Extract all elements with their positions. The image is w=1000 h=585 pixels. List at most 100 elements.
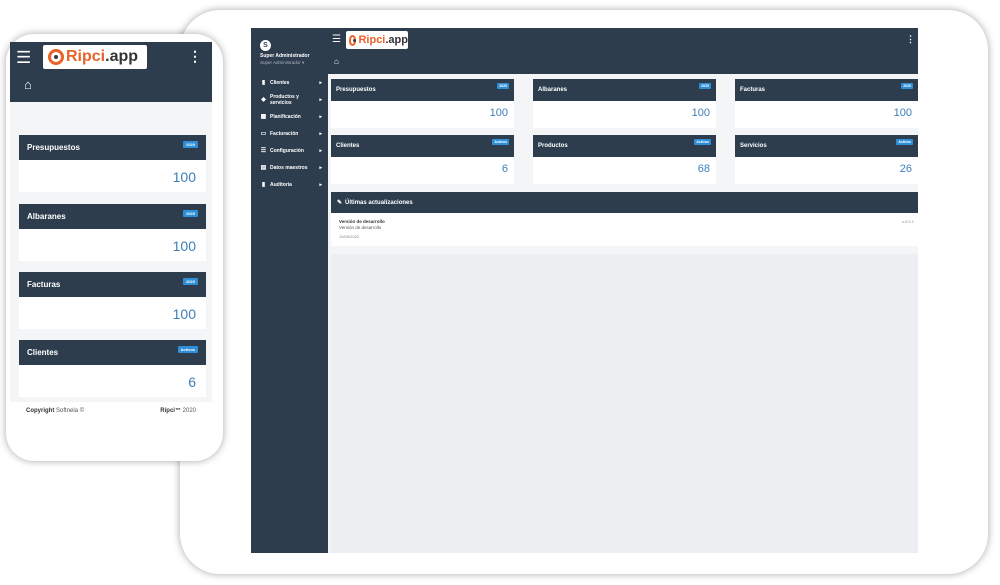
- sliders-icon: ☰: [260, 148, 267, 154]
- update-date: 19/05/2020: [339, 234, 360, 239]
- card-clientes[interactable]: Clientes Activos 6: [19, 340, 206, 397]
- sidebar-item-label: Auditoria: [270, 181, 292, 188]
- updates-header: ✎ Últimas actualizaciones: [331, 192, 918, 213]
- card-albaranes[interactable]: Albaranes 2020 100: [19, 204, 206, 261]
- update-entry[interactable]: Versión de desarrollo Versión de desarro…: [331, 213, 918, 245]
- card-value: 6: [188, 374, 196, 390]
- card-value: 6: [501, 163, 508, 175]
- phone-topbar: ☰ Ripci.app ⋮ ⌂: [10, 42, 212, 102]
- book-icon: ▮: [261, 182, 266, 188]
- footer-year: 2020: [182, 408, 196, 414]
- sidebar-item-productos-servicios[interactable]: ◆ Productos y servicios ▸: [251, 91, 328, 108]
- card-facturas[interactable]: Facturas 2020 100: [19, 272, 206, 329]
- card-title: Productos: [538, 143, 568, 149]
- updates-panel: ✎ Últimas actualizaciones Versión de des…: [331, 192, 918, 246]
- phone-footer: Copyright Softnela © Ripci™ 2020: [10, 402, 212, 420]
- card-value: 100: [172, 169, 196, 185]
- sidebar-item-label: Clientes: [270, 79, 290, 86]
- chevron-right-icon: ▸: [319, 164, 322, 171]
- sidebar: S Super Administrador Super Administrado…: [251, 28, 328, 553]
- chevron-right-icon: ▸: [319, 181, 322, 188]
- chevron-right-icon: ▸: [319, 147, 322, 154]
- user-block: S Super Administrador Super Administrado…: [251, 28, 328, 74]
- card-presupuestos[interactable]: Presupuestos 2020 100: [331, 79, 514, 128]
- card-title: Facturas: [740, 87, 766, 93]
- card-title: Albaranes: [27, 212, 66, 221]
- card-value: 100: [691, 107, 710, 119]
- sidebar-item-label: Datos maestros: [270, 164, 308, 171]
- card-value: 100: [172, 306, 196, 322]
- card-title: Presupuestos: [336, 87, 376, 93]
- card-header: Servicios Activos: [735, 135, 918, 157]
- sidebar-item-facturacion[interactable]: ▭ Facturación ▸: [251, 125, 328, 142]
- card-clientes[interactable]: Clientes Activos 6: [331, 135, 514, 184]
- app-logo[interactable]: Ripci.app: [346, 31, 408, 49]
- tablet-screen: S Super Administrador Super Administrado…: [251, 28, 918, 553]
- chevron-right-icon: ▸: [319, 96, 322, 103]
- card-header: Presupuestos 2020: [19, 135, 206, 160]
- sidebar-item-auditoria[interactable]: ▮ Auditoria ▸: [251, 176, 328, 193]
- update-title: Versión de desarrollo: [339, 219, 385, 224]
- sidebar-item-datos-maestros[interactable]: ▤ Datos maestros ▸: [251, 159, 328, 176]
- update-version: v.0.0.1: [902, 219, 914, 224]
- card-servicios[interactable]: Servicios Activos 26: [735, 135, 918, 184]
- card-title: Servicios: [740, 143, 767, 149]
- card-facturas[interactable]: Facturas 2020 100: [735, 79, 918, 128]
- logo-text: Ripci.app: [358, 34, 408, 46]
- card-badge: 2020: [183, 210, 198, 217]
- copyright-owner: Softnela ©: [56, 408, 85, 414]
- card-header: Albaranes 2020: [19, 204, 206, 229]
- card-title: Facturas: [27, 280, 61, 289]
- home-icon[interactable]: ⌂: [334, 57, 339, 66]
- sidebar-item-configuracion[interactable]: ☰ Configuración ▸: [251, 142, 328, 159]
- topbar: ☰ Ripci.app ⋮ ⌂: [328, 28, 918, 74]
- wrench-icon: ✎: [337, 200, 343, 206]
- card-value: 100: [172, 238, 196, 254]
- card-header: Clientes Activos: [331, 135, 514, 157]
- sidebar-item-planificacion[interactable]: ▦ Planificación ▸: [251, 108, 328, 125]
- app-logo[interactable]: Ripci.app: [43, 45, 147, 69]
- document-icon: ▮: [261, 80, 266, 86]
- footer-app: Ripci™ 2020: [160, 408, 196, 414]
- card-badge: 2020: [699, 83, 711, 89]
- calendar-icon: ▦: [260, 114, 267, 120]
- card-value: 100: [489, 107, 508, 119]
- card-header: Productos Activos: [533, 135, 716, 157]
- user-name: Super Administrador: [260, 53, 310, 59]
- content-area: [331, 254, 918, 553]
- logo-ext: .app: [385, 34, 408, 46]
- hamburger-menu-icon[interactable]: ☰: [332, 34, 344, 46]
- tag-icon: ◆: [261, 97, 266, 103]
- card-header: Facturas 2020: [735, 79, 918, 101]
- card-title: Clientes: [27, 348, 59, 357]
- card-title: Clientes: [336, 143, 360, 149]
- chevron-right-icon: ▸: [319, 79, 322, 86]
- card-header: Clientes Activos: [19, 340, 206, 365]
- kebab-menu-icon[interactable]: ⋮: [188, 48, 202, 65]
- card-badge: Activos: [177, 346, 198, 353]
- chevron-right-icon: ▸: [319, 113, 322, 120]
- card-badge: Activos: [492, 139, 509, 145]
- user-role-dropdown[interactable]: Super Administrador ▾: [260, 60, 328, 66]
- sidebar-item-label: Facturación: [270, 130, 299, 137]
- app-label: Ripci™: [160, 408, 181, 414]
- card-title: Presupuestos: [27, 143, 80, 152]
- card-productos[interactable]: Productos Activos 68: [533, 135, 716, 184]
- card-presupuestos[interactable]: Presupuestos 2020 100: [19, 135, 206, 192]
- card-badge: Activos: [694, 139, 711, 145]
- sidebar-item-clientes[interactable]: ▮ Clientes ▸: [251, 74, 328, 91]
- sidebar-item-label: Planificación: [270, 113, 301, 120]
- user-avatar[interactable]: S: [260, 40, 271, 51]
- kebab-menu-icon[interactable]: ⋮: [906, 34, 915, 45]
- card-albaranes[interactable]: Albaranes 2020 100: [533, 79, 716, 128]
- card-value: 100: [893, 107, 912, 119]
- logo-main: Ripci: [358, 34, 386, 46]
- card-header: Albaranes 2020: [533, 79, 716, 101]
- logo-ext: .app: [105, 48, 139, 65]
- card-header: Facturas 2020: [19, 272, 206, 297]
- ripci-logo-icon: [48, 49, 64, 65]
- home-icon[interactable]: ⌂: [24, 77, 32, 92]
- card-badge: 2020: [183, 278, 198, 285]
- copyright-label: Copyright: [26, 408, 55, 414]
- hamburger-menu-icon[interactable]: ☰: [16, 48, 31, 68]
